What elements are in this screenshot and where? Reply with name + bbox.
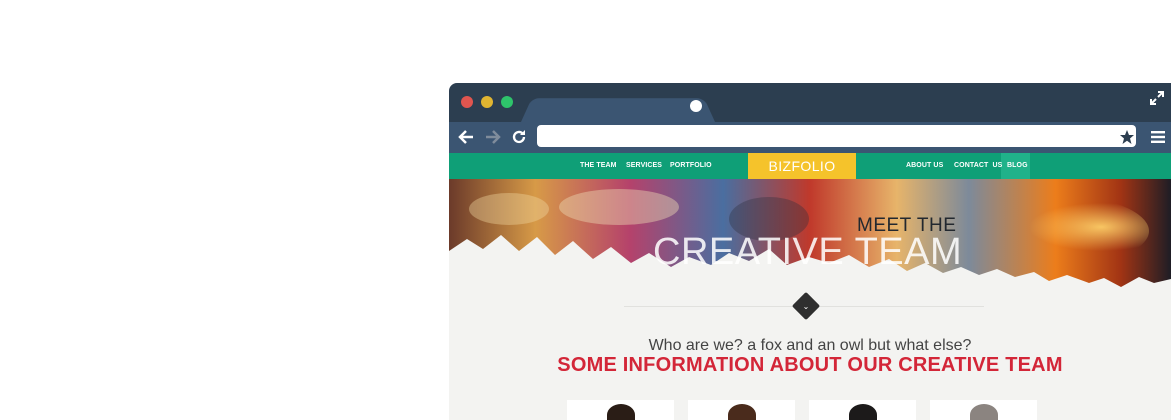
avatar	[607, 404, 635, 420]
nav-link-the-team[interactable]: THE TEAM	[580, 162, 617, 169]
nav-link-portfolio[interactable]: PORTFOLIO	[670, 162, 712, 169]
browser-window: THE TEAM SERVICES PORTFOLIO BIZFOLIO ABO…	[449, 83, 1171, 420]
address-bar[interactable]	[537, 125, 1136, 147]
site-navbar: THE TEAM SERVICES PORTFOLIO BIZFOLIO ABO…	[449, 153, 1171, 179]
avatar	[849, 404, 877, 420]
tab-indicator-icon	[690, 100, 702, 112]
forward-button[interactable]	[484, 128, 502, 146]
site-brand-logo[interactable]: BIZFOLIO	[748, 153, 856, 179]
team-member-card[interactable]	[930, 400, 1037, 420]
browser-titlebar	[449, 83, 1171, 122]
browser-toolbar	[449, 122, 1171, 153]
intro-question: Who are we? a fox and an owl but what el…	[648, 337, 972, 354]
hero-banner: MEET THE CREATIVE TEAM	[449, 179, 1171, 291]
menu-icon[interactable]	[1151, 130, 1165, 144]
team-member-card[interactable]	[688, 400, 795, 420]
intro-heading: SOME INFORMATION ABOUT OUR CREATIVE TEAM	[557, 354, 1063, 376]
avatar	[970, 404, 998, 420]
browser-tab[interactable]	[521, 98, 715, 122]
nav-link-contact-us[interactable]: CONTACT US	[954, 162, 1002, 169]
reload-button[interactable]	[510, 128, 528, 146]
avatar	[728, 404, 756, 420]
back-arrow-icon	[458, 130, 473, 144]
star-icon[interactable]	[1119, 129, 1135, 145]
nav-link-blog[interactable]: BLOG	[1007, 162, 1028, 169]
nav-link-about-us[interactable]: ABOUT US	[906, 162, 943, 169]
reload-icon	[512, 130, 526, 144]
website-content: THE TEAM SERVICES PORTFOLIO BIZFOLIO ABO…	[449, 153, 1171, 420]
team-member-card[interactable]	[567, 400, 674, 420]
chevron-down-icon: ⌄	[802, 301, 810, 311]
team-member-card[interactable]	[809, 400, 916, 420]
minimize-dot[interactable]	[481, 96, 493, 108]
fullscreen-icon[interactable]	[1149, 90, 1165, 106]
hero-title-line2: CREATIVE TEAM	[653, 231, 963, 273]
close-dot[interactable]	[461, 96, 473, 108]
forward-arrow-icon	[486, 130, 501, 144]
nav-link-services[interactable]: SERVICES	[626, 162, 662, 169]
maximize-dot[interactable]	[501, 96, 513, 108]
back-button[interactable]	[457, 128, 475, 146]
